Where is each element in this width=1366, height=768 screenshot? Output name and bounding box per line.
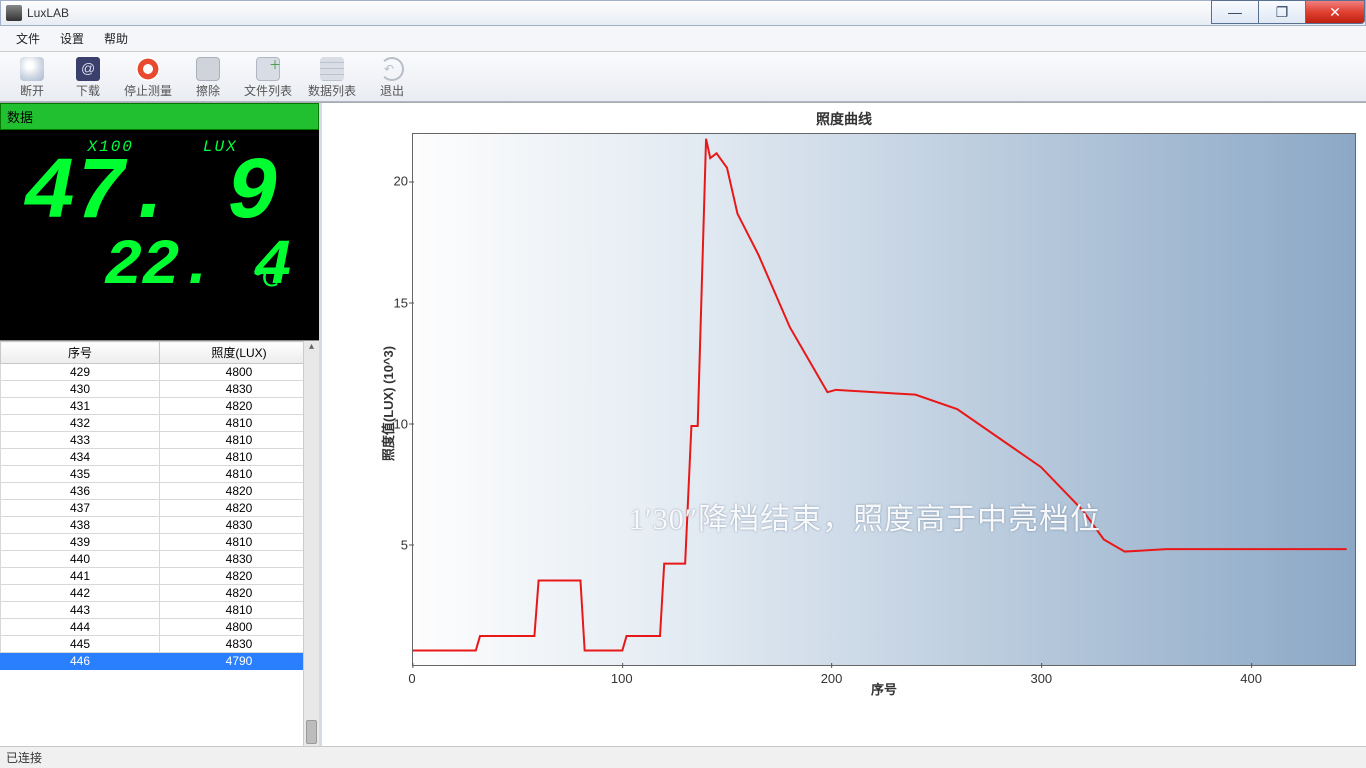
- menu-bar: 文件 设置 帮助: [0, 26, 1366, 52]
- table-row[interactable]: 4324810: [1, 415, 319, 432]
- chart-title: 照度曲线: [322, 103, 1366, 131]
- toolbar-label: 断开: [4, 82, 60, 99]
- toolbar-disconnect-button[interactable]: 断开: [4, 55, 60, 99]
- panel-title: 数据: [0, 103, 319, 130]
- col-index[interactable]: 序号: [1, 342, 160, 364]
- table-row[interactable]: 4354810: [1, 466, 319, 483]
- table-row[interactable]: 4314820: [1, 398, 319, 415]
- menu-help[interactable]: 帮助: [94, 27, 138, 50]
- lifebuoy-icon: [136, 57, 160, 81]
- lcd-temp-unit: ℃: [252, 264, 279, 294]
- table-row[interactable]: 4334810: [1, 432, 319, 449]
- table-icon: [320, 57, 344, 81]
- toolbar: 断开 @ 下载 停止测量 擦除 ＋ 文件列表 数据列表 ↶ 退出: [0, 52, 1366, 102]
- y-tick: 20: [372, 174, 408, 189]
- table-row[interactable]: 4374820: [1, 500, 319, 517]
- data-table-wrap: 序号 照度(LUX) 42948004304830431482043248104…: [0, 340, 319, 746]
- y-tick: 15: [372, 295, 408, 310]
- table-row[interactable]: 4464790: [1, 653, 319, 670]
- plug-icon: [20, 57, 44, 81]
- toolbar-exit-button[interactable]: ↶ 退出: [364, 55, 420, 99]
- table-row[interactable]: 4294800: [1, 364, 319, 381]
- toolbar-label: 停止测量: [116, 82, 180, 99]
- x-tick: 100: [611, 671, 633, 686]
- status-bar: 已连接: [0, 746, 1366, 768]
- toolbar-label: 文件列表: [236, 82, 300, 99]
- status-text: 已连接: [6, 749, 42, 766]
- chart-panel: 照度曲线 照度值(LUX) (10^3) 1′30″降档结束，照度高于中亮档位 …: [322, 103, 1366, 746]
- table-row[interactable]: 4414820: [1, 568, 319, 585]
- x-tick: 400: [1240, 671, 1262, 686]
- scrollbar[interactable]: [303, 341, 319, 746]
- table-row[interactable]: 4404830: [1, 551, 319, 568]
- app-icon: [6, 5, 22, 21]
- exit-icon: ↶: [380, 57, 404, 81]
- toolbar-label: 退出: [364, 82, 420, 99]
- menu-settings[interactable]: 设置: [50, 27, 94, 50]
- table-row[interactable]: 4384830: [1, 517, 319, 534]
- chart-plot: 照度值(LUX) (10^3) 1′30″降档结束，照度高于中亮档位 序号 51…: [372, 133, 1356, 692]
- x-tick: 0: [408, 671, 415, 686]
- minimize-button[interactable]: —: [1211, 0, 1259, 24]
- chart-annotation: 1′30″降档结束，照度高于中亮档位: [629, 494, 1101, 538]
- lcd-display: X100 LUX 47. 9 22. 4 ℃: [0, 130, 319, 340]
- table-row[interactable]: 4304830: [1, 381, 319, 398]
- table-row[interactable]: 4394810: [1, 534, 319, 551]
- window-titlebar: LuxLAB — ❐ ✕: [0, 0, 1366, 26]
- toolbar-download-button[interactable]: @ 下载: [60, 55, 116, 99]
- download-icon: @: [76, 57, 100, 81]
- chart-xlabel: 序号: [412, 679, 1356, 698]
- maximize-button[interactable]: ❐: [1258, 0, 1306, 24]
- folder-icon: ＋: [256, 57, 280, 81]
- table-row[interactable]: 4344810: [1, 449, 319, 466]
- toolbar-label: 擦除: [180, 82, 236, 99]
- table-row[interactable]: 4454830: [1, 636, 319, 653]
- table-row[interactable]: 4444800: [1, 619, 319, 636]
- col-lux[interactable]: 照度(LUX): [160, 342, 319, 364]
- toolbar-stop-button[interactable]: 停止测量: [116, 55, 180, 99]
- chart-area[interactable]: 1′30″降档结束，照度高于中亮档位: [412, 133, 1356, 666]
- scrollbar-thumb[interactable]: [306, 720, 317, 744]
- table-row[interactable]: 4434810: [1, 602, 319, 619]
- x-tick: 200: [821, 671, 843, 686]
- lcd-value: 47. 9: [0, 156, 301, 234]
- table-row[interactable]: 4364820: [1, 483, 319, 500]
- menu-file[interactable]: 文件: [6, 27, 50, 50]
- toolbar-filelist-button[interactable]: ＋ 文件列表: [236, 55, 300, 99]
- y-tick: 5: [372, 537, 408, 552]
- toolbar-datalist-button[interactable]: 数据列表: [300, 55, 364, 99]
- x-tick: 300: [1030, 671, 1052, 686]
- y-tick: 10: [372, 416, 408, 431]
- eraser-icon: [196, 57, 220, 81]
- close-button[interactable]: ✕: [1305, 0, 1365, 24]
- table-row[interactable]: 4424820: [1, 585, 319, 602]
- toolbar-label: 下载: [60, 82, 116, 99]
- data-table[interactable]: 序号 照度(LUX) 42948004304830431482043248104…: [0, 341, 319, 670]
- window-title: LuxLAB: [27, 6, 69, 20]
- toolbar-clear-button[interactable]: 擦除: [180, 55, 236, 99]
- toolbar-label: 数据列表: [300, 82, 364, 99]
- data-panel: 数据 X100 LUX 47. 9 22. 4 ℃ 序号 照度(LUX) 429…: [0, 103, 322, 746]
